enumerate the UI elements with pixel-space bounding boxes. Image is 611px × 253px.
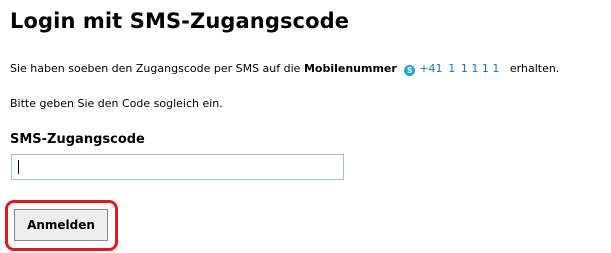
login-button[interactable]: Anmelden [14, 209, 108, 241]
sms-code-input[interactable] [11, 154, 344, 180]
mobile-number-label: Mobilenummer [303, 62, 397, 75]
info-text-after: erhalten. [509, 62, 560, 75]
sms-code-label: SMS-Zugangscode [10, 132, 145, 147]
skype-icon: S [404, 65, 416, 76]
text-caret [18, 160, 19, 174]
phone-number-link[interactable]: +41 1 1 1 1 1 [419, 62, 506, 75]
login-page: Login mit SMS-Zugangscode Sie haben soeb… [0, 0, 611, 253]
page-title: Login mit SMS-Zugangscode [10, 9, 350, 33]
sms-info-text: Sie haben soeben den Zugangscode per SMS… [10, 62, 559, 76]
instruction-text: Bitte geben Sie den Code sogleich ein. [10, 97, 223, 110]
info-text-before: Sie haben soeben den Zugangscode per SMS… [10, 62, 301, 75]
